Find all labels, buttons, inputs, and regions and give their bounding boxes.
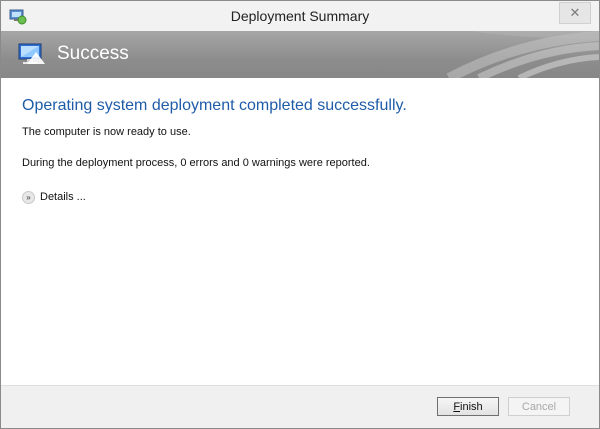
close-icon: ✕	[569, 5, 581, 20]
ready-message: The computer is now ready to use.	[22, 126, 191, 138]
title-bar: Deployment Summary ✕	[1, 1, 599, 32]
button-bar: Finish Cancel	[1, 385, 599, 428]
page-title: Operating system deployment completed su…	[22, 97, 407, 114]
finish-label: inish	[460, 401, 483, 413]
report-message: During the deployment process, 0 errors …	[22, 157, 370, 169]
details-toggle[interactable]: » Details ...	[22, 189, 86, 205]
cancel-label: Cancel	[521, 401, 557, 413]
banner-title: Success	[57, 43, 129, 64]
summary-content: Operating system deployment completed su…	[22, 97, 579, 204]
banner-decoration	[409, 31, 599, 78]
deployment-summary-window: Deployment Summary ✕ Success Operating s…	[0, 0, 600, 429]
finish-button[interactable]: Finish	[437, 397, 499, 416]
close-button[interactable]: ✕	[559, 2, 591, 24]
window-title: Deployment Summary	[230, 8, 370, 24]
details-label: Details ...	[40, 191, 86, 203]
cancel-button: Cancel	[508, 397, 570, 416]
computer-network-icon	[18, 43, 45, 64]
status-banner: Success	[1, 31, 599, 78]
chevron-double-down-icon: »	[22, 190, 35, 204]
